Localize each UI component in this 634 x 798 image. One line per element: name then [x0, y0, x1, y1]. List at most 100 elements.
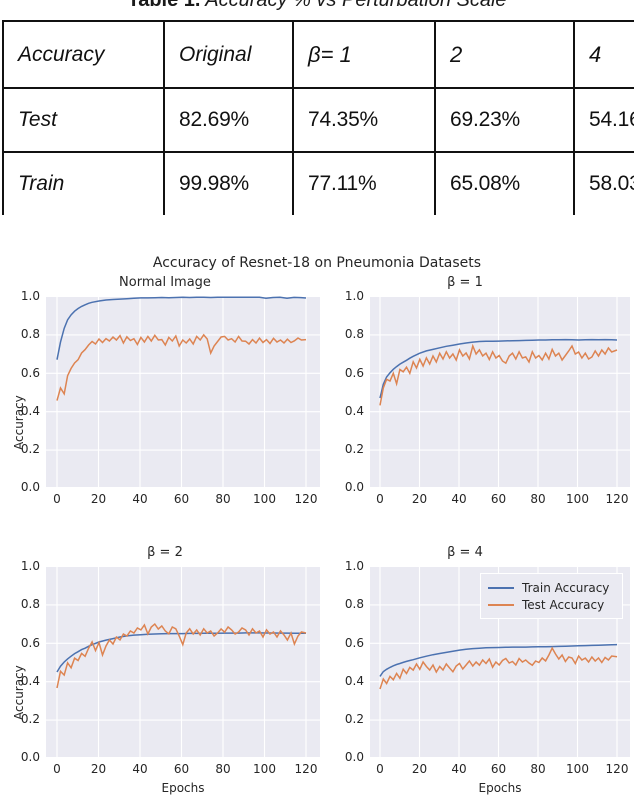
xtick-2-4: 80 [530, 492, 546, 506]
xtick-2-2: 40 [451, 492, 467, 506]
ytick-3-3: 0.4 [20, 674, 40, 688]
xtick-1-2: 40 [132, 492, 148, 506]
xtick-3-6: 120 [294, 762, 318, 776]
ytick-3-0: 1.0 [20, 559, 40, 573]
cell-test-original: 82.69% [163, 87, 294, 153]
plot-svg-beta-2 [46, 566, 320, 758]
row-label-test: Test [2, 87, 165, 153]
accuracy-table: Accuracy Original β= 1 2 4 Test 82.69% 7… [2, 20, 634, 217]
subplot-title-beta-4: β = 4 [447, 545, 483, 560]
ytick-3-1: 0.8 [20, 597, 40, 611]
legend-swatch-train-icon [488, 586, 514, 589]
cell-train-beta2: 65.08% [434, 151, 575, 217]
ytick-4-4: 0.2 [344, 712, 364, 726]
figure-suptitle: Accuracy of Resnet-18 on Pneumonia Datas… [152, 255, 482, 271]
subplot-beta-4: β = 4 Train Accuracy Test Accuracy 1.0 0… [330, 545, 634, 798]
subplot-beta-1: β = 1 1.0 0.8 0.6 0.4 0.2 0.0 0 20 40 60… [330, 275, 634, 520]
table-row-test: Test 82.69% 74.35% 69.23% 54.16% [2, 87, 634, 153]
ytick-2-3: 0.4 [344, 404, 364, 418]
table-caption-prefix: Table 1. [127, 0, 201, 11]
accuracy-figure: Accuracy of Resnet-18 on Pneumonia Datas… [0, 215, 634, 798]
plot-panel-beta-4: Train Accuracy Test Accuracy [370, 566, 630, 758]
ytick-1-1: 0.8 [20, 327, 40, 341]
header-cell-beta-4: 4 [573, 20, 634, 89]
table-header-row: Accuracy Original β= 1 2 4 [2, 20, 634, 89]
plot-panel-normal-image [46, 296, 320, 488]
cell-test-beta1: 74.35% [292, 87, 436, 153]
legend-item-train: Train Accuracy [488, 579, 615, 596]
legend-swatch-test-icon [488, 603, 514, 606]
ytick-2-5: 0.0 [344, 480, 364, 494]
subplot-beta-2: β = 2 Accuracy 1.0 0.8 0.6 0.4 0.2 0.0 0… [0, 545, 330, 798]
ytick-1-4: 0.2 [20, 442, 40, 456]
ytick-1-5: 0.0 [20, 480, 40, 494]
gridlines-normal-image [46, 296, 320, 488]
xtick-2-6: 120 [605, 492, 629, 506]
xtick-1-3: 60 [173, 492, 190, 506]
row-label-train: Train [2, 151, 165, 217]
ytick-3-2: 0.6 [20, 636, 40, 650]
plot-panel-beta-2 [46, 566, 320, 758]
xtick-1-5: 100 [253, 492, 276, 506]
table-row-train: Train 99.98% 77.11% 65.08% 58.03% [2, 151, 634, 217]
ytick-4-0: 1.0 [344, 559, 364, 573]
cell-test-beta4: 54.16% [573, 87, 634, 153]
header-cell-original: Original [163, 20, 294, 89]
xtick-4-5: 100 [566, 762, 589, 776]
legend-label-test: Test Accuracy [522, 597, 605, 612]
cell-train-original: 99.98% [163, 151, 294, 217]
legend-label-train: Train Accuracy [522, 580, 610, 595]
cell-train-beta1: 77.11% [292, 151, 436, 217]
subplot-normal-image: Normal Image Accuracy 1.0 0.8 0.6 0.4 0.… [0, 275, 330, 520]
ytick-2-1: 0.8 [344, 327, 364, 341]
ytick-4-1: 0.8 [344, 597, 364, 611]
xtick-3-5: 100 [253, 762, 276, 776]
plot-panel-beta-1 [370, 296, 630, 488]
ytick-3-4: 0.2 [20, 712, 40, 726]
gridlines-beta-2 [46, 566, 320, 758]
xtick-2-3: 60 [490, 492, 507, 506]
xtick-3-1: 20 [90, 762, 107, 776]
table-caption: Table 1. Accuracy % vs Perturbation Scal… [0, 0, 634, 12]
plot-svg-beta-1 [370, 296, 630, 488]
xtick-2-0: 0 [376, 492, 384, 506]
xtick-4-4: 80 [530, 762, 546, 776]
ytick-4-5: 0.0 [344, 750, 364, 764]
ytick-1-3: 0.4 [20, 404, 40, 418]
xtick-4-6: 120 [605, 762, 629, 776]
ytick-2-4: 0.2 [344, 442, 364, 456]
header-cell-beta-1: β= 1 [292, 20, 436, 89]
xtick-3-3: 60 [173, 762, 190, 776]
ytick-1-0: 1.0 [20, 289, 40, 303]
plot-svg-normal-image [46, 296, 320, 488]
ytick-2-2: 0.6 [344, 366, 364, 380]
ytick-2-0: 1.0 [344, 289, 364, 303]
ytick-4-3: 0.4 [344, 674, 364, 688]
x-axis-label-right: Epochs [478, 781, 522, 795]
subplot-title-normal-image: Normal Image [119, 275, 211, 290]
subplot-title-beta-1: β = 1 [447, 275, 483, 290]
legend-item-test: Test Accuracy [488, 596, 615, 613]
xtick-1-6: 120 [294, 492, 318, 506]
gridlines-beta-1 [370, 296, 630, 488]
xtick-2-5: 100 [566, 492, 589, 506]
header-cell-accuracy: Accuracy [2, 20, 165, 89]
xtick-3-4: 80 [215, 762, 231, 776]
ytick-3-5: 0.0 [20, 750, 40, 764]
xtick-1-1: 20 [90, 492, 107, 506]
xtick-4-2: 40 [451, 762, 467, 776]
subplot-title-beta-2: β = 2 [147, 545, 183, 560]
xtick-2-1: 20 [411, 492, 428, 506]
xtick-4-1: 20 [411, 762, 428, 776]
table-caption-rest: Accuracy % vs Perturbation Scale [200, 0, 507, 11]
header-cell-beta-2: 2 [434, 20, 575, 89]
cell-test-beta2: 69.23% [434, 87, 575, 153]
ytick-1-2: 0.6 [20, 366, 40, 380]
chart-legend: Train Accuracy Test Accuracy [480, 573, 623, 619]
xtick-4-3: 60 [490, 762, 507, 776]
xtick-4-0: 0 [376, 762, 384, 776]
xtick-1-0: 0 [53, 492, 61, 506]
x-axis-label-left: Epochs [161, 781, 205, 795]
xtick-1-4: 80 [215, 492, 231, 506]
ytick-4-2: 0.6 [344, 636, 364, 650]
